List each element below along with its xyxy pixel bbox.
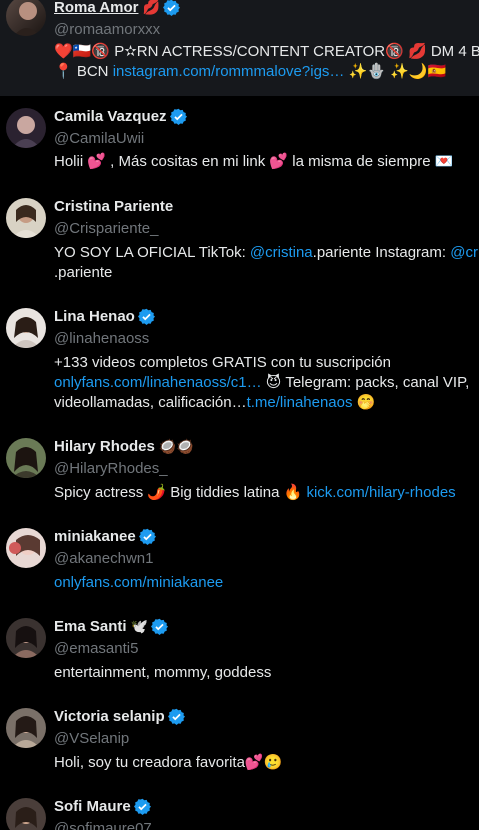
profile-name[interactable]: Roma Amor xyxy=(54,0,138,16)
bio-text: 😈 Telegram: packs, canal VIP, xyxy=(261,374,470,391)
name-emoji: 💋 xyxy=(142,0,160,15)
bio-text: .pariente Instagram: xyxy=(312,244,451,261)
bio-link[interactable]: onlyfans.com/miniakanee xyxy=(54,574,223,591)
profile-bio: Spicy actress 🌶️ Big tiddies latina 🔥 ki… xyxy=(54,483,479,503)
name-emoji: 🕊️ xyxy=(130,618,148,634)
bio-link[interactable]: kick.com/hilary-rhodes xyxy=(306,484,455,501)
bio-line: Holi, soy tu creadora favorita💕🥲 xyxy=(54,754,283,771)
profile-row-victoria-selanip[interactable]: Victoria selanip @VSelanip Holi, soy tu … xyxy=(0,696,479,786)
profile-row-lina-henao[interactable]: Lina Henao @linahenaoss +133 videos comp… xyxy=(0,296,479,426)
bio-mention[interactable]: @cristina xyxy=(450,244,479,261)
bio-line: videollamadas, calificación…t.me/linahen… xyxy=(54,393,479,413)
bio-link[interactable]: instagram.com/rommmalove?igs… xyxy=(113,63,345,80)
profile-name[interactable]: Victoria selanip xyxy=(54,708,165,725)
bio-line: Spicy actress 🌶️ Big tiddies latina 🔥 ki… xyxy=(54,483,479,503)
name-emoji: 🥥🥥 xyxy=(158,438,194,454)
profile-bio: Holii 💕 , Más cositas en mi link 💕 la mi… xyxy=(54,152,479,172)
verified-badge-icon xyxy=(133,798,151,815)
profile-handle: @linahenaoss xyxy=(54,330,150,347)
bio-mention[interactable]: @cristina xyxy=(250,244,313,261)
verified-badge-icon xyxy=(138,528,156,545)
profile-row-miniakanee[interactable]: miniakanee @akanechwn1 onlyfans.com/mini… xyxy=(0,516,479,606)
profile-name[interactable]: miniakanee xyxy=(54,528,136,545)
bio-line: ❤️🇨🇱🔞 P✫RN ACTRESS/CONTENT CREATOR🔞 💋 DM… xyxy=(54,43,479,60)
bio-text: Spicy actress 🌶️ Big tiddies latina 🔥 xyxy=(54,484,307,501)
profile-row-sofi-maure[interactable]: Sofi Maure @sofimaure07 xyxy=(0,786,479,830)
profile-row-ema-santi[interactable]: Ema Santi 🕊️ @emasanti5 entertainment, m… xyxy=(0,606,479,696)
profile-name[interactable]: Lina Henao xyxy=(54,308,135,325)
verified-badge-icon xyxy=(167,708,185,725)
profile-handle: @CamilaUwii xyxy=(54,130,145,147)
profile-name[interactable]: Sofi Maure xyxy=(54,798,131,815)
avatar[interactable] xyxy=(6,528,46,568)
bio-text: ✨🪬 ✨🌙🇪🇸 xyxy=(344,63,447,80)
avatar[interactable] xyxy=(6,708,46,748)
bio-line: +133 videos completos GRATIS con tu susc… xyxy=(54,354,391,371)
profile-handle: @HilaryRhodes_ xyxy=(54,460,168,477)
bio-line: entertainment, mommy, goddess xyxy=(54,664,272,681)
profile-handle: @Crispariente_ xyxy=(54,220,159,237)
profile-bio: entertainment, mommy, goddess xyxy=(54,663,479,683)
bio-text: 📍 BCN xyxy=(54,63,113,80)
bio-line: YO SOY LA OFICIAL TikTok: @cristina.pari… xyxy=(54,243,479,263)
bio-line: onlyfans.com/miniakanee xyxy=(54,573,479,593)
profile-name[interactable]: Cristina Pariente xyxy=(54,198,173,215)
profile-handle: @sofimaure07 xyxy=(54,820,152,830)
profile-name[interactable]: Ema Santi xyxy=(54,618,127,635)
bio-line: 📍 BCN instagram.com/rommmalove?igs… ✨🪬 ✨… xyxy=(54,62,479,82)
avatar[interactable] xyxy=(6,0,46,36)
profile-row-cristina-pariente[interactable]: Cristina Pariente @Crispariente_ YO SOY … xyxy=(0,186,479,296)
profile-bio: +133 videos completos GRATIS con tu susc… xyxy=(54,353,479,413)
avatar[interactable] xyxy=(6,198,46,238)
profile-handle: @emasanti5 xyxy=(54,640,139,657)
verified-badge-icon xyxy=(150,618,168,635)
profile-bio: ❤️🇨🇱🔞 P✫RN ACTRESS/CONTENT CREATOR🔞 💋 DM… xyxy=(54,42,479,82)
profile-handle: @akanechwn1 xyxy=(54,550,154,567)
profile-bio: YO SOY LA OFICIAL TikTok: @cristina.pari… xyxy=(54,243,479,283)
profile-name[interactable]: Hilary Rhodes xyxy=(54,438,155,455)
profile-handle: @VSelanip xyxy=(54,730,130,747)
avatar[interactable] xyxy=(6,308,46,348)
verified-badge-icon xyxy=(137,308,155,325)
bio-text: YO SOY LA OFICIAL TikTok: xyxy=(54,244,250,261)
profile-row-camila-vazquez[interactable]: Camila Vazquez @CamilaUwii Holii 💕 , Más… xyxy=(0,96,479,186)
avatar[interactable] xyxy=(6,438,46,478)
bio-line: .pariente xyxy=(54,264,113,281)
profile-row-hilary-rhodes[interactable]: Hilary Rhodes 🥥🥥 @HilaryRhodes_ Spicy ac… xyxy=(0,426,479,516)
profile-handle: @romaamorxxx xyxy=(54,21,161,38)
profile-bio: Holi, soy tu creadora favorita💕🥲 xyxy=(54,753,479,773)
verified-badge-icon xyxy=(169,108,187,125)
profile-row-roma-amor[interactable]: Roma Amor 💋 @romaamorxxx ❤️🇨🇱🔞 P✫RN ACTR… xyxy=(0,0,479,96)
avatar[interactable] xyxy=(6,618,46,658)
profile-name[interactable]: Camila Vazquez xyxy=(54,108,167,125)
verified-badge-icon xyxy=(162,0,180,16)
bio-text: videollamadas, calificación… xyxy=(54,394,247,411)
bio-text: 🤭 xyxy=(352,394,376,411)
bio-link[interactable]: onlyfans.com/linahenaoss/c1… xyxy=(54,374,262,391)
avatar[interactable] xyxy=(6,798,46,830)
profile-bio: onlyfans.com/miniakanee xyxy=(54,573,479,593)
bio-line: onlyfans.com/linahenaoss/c1… 😈 Telegram:… xyxy=(54,373,479,393)
bio-link[interactable]: t.me/linahenaos xyxy=(247,394,353,411)
avatar[interactable] xyxy=(6,108,46,148)
bio-line: Holii 💕 , Más cositas en mi link 💕 la mi… xyxy=(54,153,454,170)
